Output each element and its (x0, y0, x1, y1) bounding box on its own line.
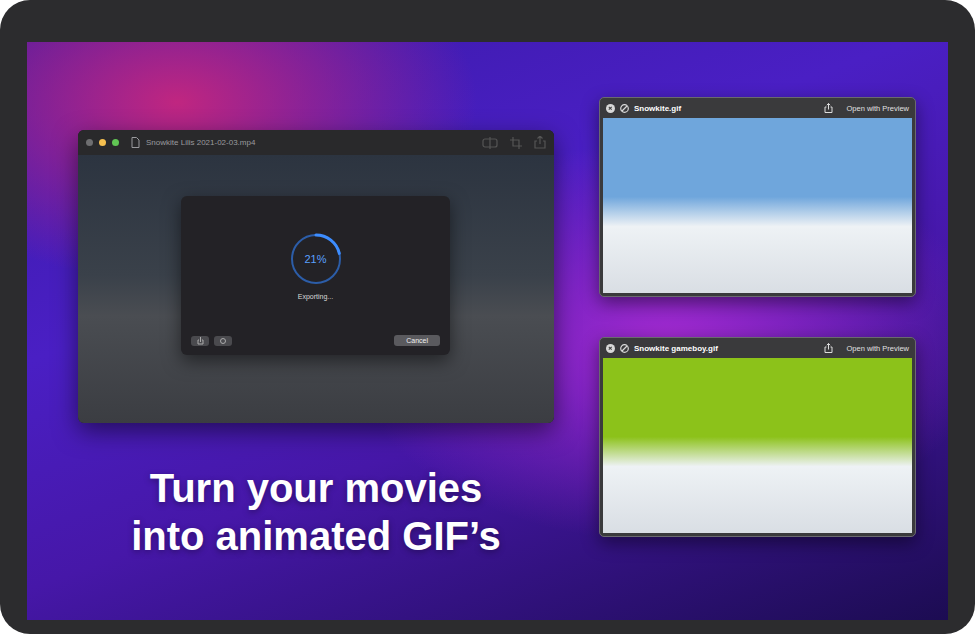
preview-window[interactable]: Snowkite gameboy.gif Open with Preview (599, 337, 916, 537)
open-with-preview-button[interactable]: Open with Preview (846, 104, 909, 113)
gear-icon (219, 337, 227, 345)
close-button[interactable] (86, 139, 93, 146)
device-frame: Snowkite Lilis 2021-02-03.mp4 21% Exportin… (0, 0, 975, 634)
no-entry-icon[interactable] (620, 344, 629, 353)
gif-preview (603, 118, 912, 293)
trim-icon[interactable] (482, 137, 498, 149)
share-icon (197, 337, 204, 345)
headline-line: Turn your movies (150, 464, 483, 512)
cancel-button[interactable]: Cancel (394, 335, 440, 346)
share-icon[interactable] (534, 136, 546, 149)
progress-label: 21% (304, 231, 326, 287)
share-icon[interactable] (824, 343, 833, 353)
title-bar: Snowkite Lilis 2021-02-03.mp4 (78, 130, 554, 155)
headline-line: into animated GIF’s (131, 512, 501, 560)
title-bar: Snowkite gameboy.gif Open with Preview (600, 338, 915, 358)
preview-window[interactable]: Snowkite.gif Open with Preview (599, 97, 916, 297)
settings-button[interactable] (214, 336, 232, 346)
progress-ring (288, 231, 344, 287)
export-dialog: 21% Exporting... Cancel (181, 196, 450, 355)
document-icon (131, 137, 140, 148)
preview-title: Snowkite gameboy.gif (634, 344, 819, 353)
title-bar: Snowkite.gif Open with Preview (600, 98, 915, 118)
desktop: Snowkite Lilis 2021-02-03.mp4 21% Exportin… (27, 42, 948, 620)
headline: Turn your moviesinto animated GIF’s (86, 464, 546, 560)
window-title: Snowkite Lilis 2021-02-03.mp4 (146, 138, 476, 147)
share-button[interactable] (191, 336, 209, 346)
no-entry-icon[interactable] (620, 104, 629, 113)
gif-preview (603, 358, 912, 533)
minimize-button[interactable] (99, 139, 106, 146)
close-icon[interactable] (606, 104, 615, 113)
open-with-preview-button[interactable]: Open with Preview (846, 344, 909, 353)
share-icon[interactable] (824, 103, 833, 113)
video-frame: 21% Exporting... Cancel (78, 155, 554, 423)
zoom-button[interactable] (112, 139, 119, 146)
main-window[interactable]: Snowkite Lilis 2021-02-03.mp4 21% Exportin… (78, 130, 554, 423)
status-text: Exporting... (298, 293, 333, 300)
close-icon[interactable] (606, 344, 615, 353)
preview-title: Snowkite.gif (634, 104, 819, 113)
crop-icon[interactable] (510, 137, 522, 149)
